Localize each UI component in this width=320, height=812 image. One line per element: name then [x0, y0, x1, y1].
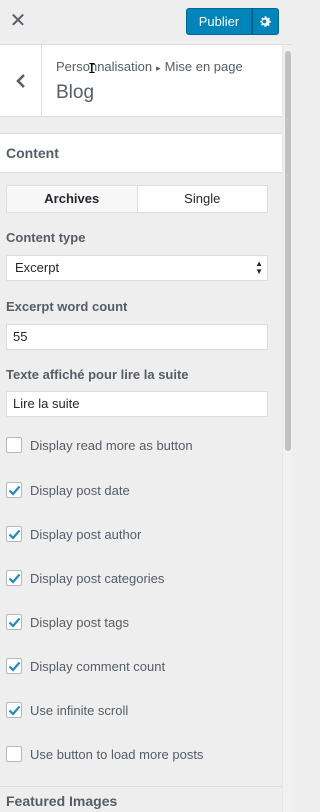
checkbox-post-date[interactable]: Display post date	[6, 481, 130, 499]
checkmark-icon	[8, 705, 20, 716]
tab-single[interactable]: Single	[138, 186, 268, 212]
checkmark-icon	[8, 661, 20, 672]
breadcrumb: Personnalisation ▸ Mise en page	[56, 59, 243, 74]
checkbox-load-more-button[interactable]: Use button to load more posts	[6, 745, 203, 763]
checkbox-infinite-scroll[interactable]: Use infinite scroll	[6, 701, 128, 719]
checkbox-label: Display comment count	[30, 658, 166, 674]
content-type-label: Content type	[6, 230, 86, 245]
excerpt-count-label: Excerpt word count	[6, 299, 128, 314]
checkmark-icon	[8, 485, 20, 496]
content-type-value: Excerpt	[15, 260, 60, 275]
checkbox-label: Display post author	[30, 526, 142, 542]
publish-settings-button[interactable]	[252, 8, 279, 35]
back-button[interactable]	[0, 45, 42, 117]
checkmark-icon	[8, 573, 20, 584]
checkbox[interactable]	[6, 526, 22, 542]
scrollbar-thumb[interactable]	[285, 51, 291, 451]
checkbox[interactable]	[6, 570, 22, 586]
checkbox-read-more-button[interactable]: Display read more as button	[6, 436, 193, 454]
customizer-topbar: ✕ Publier	[0, 0, 292, 45]
checkbox-comment-count[interactable]: Display comment count	[6, 657, 165, 675]
featured-images-section-title[interactable]: Featured Images	[0, 786, 282, 812]
section-header: Personnalisation ▸ Mise en page Blog	[0, 45, 282, 117]
checkbox-post-categories[interactable]: Display post categories	[6, 569, 164, 587]
checkbox[interactable]	[6, 614, 22, 630]
select-arrows-icon: ▲ ▼	[255, 259, 263, 276]
checkbox-label: Display read more as button	[30, 437, 193, 453]
content-type-select[interactable]: Excerpt ▲ ▼	[6, 255, 268, 281]
read-more-text-label: Texte affiché pour lire la suite	[6, 367, 189, 382]
text-cursor-icon: I	[88, 62, 96, 77]
scrollbar[interactable]	[282, 45, 292, 812]
checkbox-label: Display post tags	[30, 614, 129, 630]
checkmark-icon	[8, 617, 20, 628]
checkbox[interactable]	[6, 702, 22, 718]
chevron-left-icon	[15, 74, 25, 88]
checkbox-label: Use button to load more posts	[30, 746, 204, 762]
breadcrumb-parent: Personnalisation	[56, 59, 153, 74]
checkbox-label: Display post date	[30, 482, 130, 498]
excerpt-count-input[interactable]: 55	[6, 324, 268, 350]
checkbox[interactable]	[6, 658, 22, 674]
checkbox-post-tags[interactable]: Display post tags	[6, 613, 129, 631]
archive-single-tabs: Archives Single	[6, 185, 268, 213]
read-more-text-input[interactable]: Lire la suite	[6, 391, 268, 417]
checkbox-post-author[interactable]: Display post author	[6, 525, 141, 543]
breadcrumb-current: Mise en page	[164, 59, 243, 74]
tab-archives[interactable]: Archives	[7, 186, 138, 212]
checkbox[interactable]	[6, 482, 22, 498]
breadcrumb-separator: ▸	[156, 63, 161, 73]
gear-icon	[260, 16, 271, 27]
checkbox[interactable]	[6, 746, 22, 762]
checkmark-icon	[8, 529, 20, 540]
checkbox-label: Use infinite scroll	[30, 702, 129, 718]
publish-button[interactable]: Publier	[186, 8, 252, 35]
checkbox-label: Display post categories	[30, 570, 165, 586]
page-title: Blog	[56, 82, 95, 103]
close-icon[interactable]: ✕	[8, 9, 28, 33]
section-title: Content	[0, 133, 282, 173]
checkbox[interactable]	[6, 437, 22, 453]
